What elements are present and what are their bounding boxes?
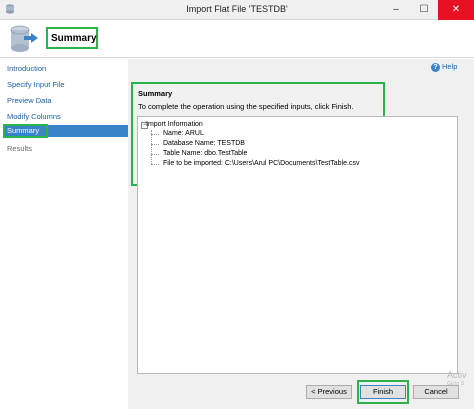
tree-item-name: Name: ARUL [163,130,204,137]
page-header: Summary [0,20,474,58]
summary-description: To complete the operation using the spec… [138,102,354,111]
tree-item-file: File to be imported: C:\Users\Arul PC\Do… [163,160,360,167]
sidebar-item-specify-input-file[interactable]: Specify Input File [7,80,65,89]
sidebar-item-introduction[interactable]: Introduction [7,64,46,73]
title-bar: Import Flat File 'TESTDB' – ☐ ✕ [0,0,474,20]
cancel-button[interactable]: Cancel [413,385,459,399]
help-label: Help [442,62,458,71]
tree-root: Import Information [146,121,203,128]
database-import-icon [10,25,38,52]
minimize-button[interactable]: – [382,0,410,20]
finish-button[interactable]: Finish [360,385,406,399]
tree-item-database: Database Name: TESTDB [163,140,245,147]
sidebar-item-modify-columns[interactable]: Modify Columns [7,112,61,121]
activation-watermark: Activ [447,370,467,380]
close-button[interactable]: ✕ [438,0,474,20]
previous-button[interactable]: < Previous [306,385,352,399]
sidebar-item-results: Results [7,144,33,153]
tree-branch [151,134,159,135]
activation-watermark-sub: Go to S [447,381,464,387]
tree-connector [151,130,152,164]
summary-step-highlight [3,124,48,138]
tree-branch [151,164,159,165]
help-icon: ? [431,63,440,72]
help-link[interactable]: ? Help [431,62,457,72]
summary-heading: Summary [138,89,173,98]
sidebar-item-preview-data[interactable]: Preview Data [7,96,52,105]
tree-branch [151,154,159,155]
tree-item-table: Table Name: dbo.TestTable [163,150,248,157]
tree-branch [151,144,159,145]
maximize-button[interactable]: ☐ [410,0,438,20]
page-title: Summary [51,33,97,44]
